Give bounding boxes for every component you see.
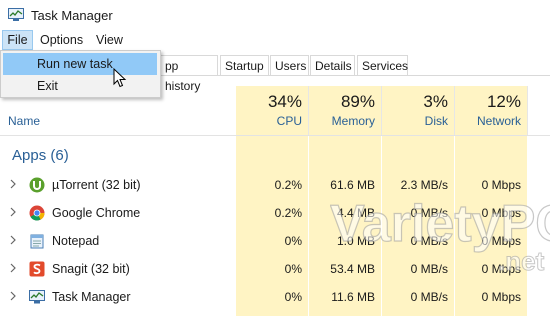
column-header-disk[interactable]: Disk [382,114,448,128]
network-value: 0 Mbps [481,290,521,304]
column-header-name[interactable]: Name [8,114,40,128]
process-name: Snagit (32 bit) [52,262,130,276]
disk-percent: 3% [423,92,448,111]
tab-users[interactable]: Users [270,55,309,75]
process-name: Task Manager [52,290,131,304]
table-row[interactable]: Task Manager 0% 11.6 MB 0 MB/s 0 Mbps [0,283,550,311]
network-value: 0 Mbps [481,206,521,220]
memory-value: 61.6 MB [330,178,375,192]
disk-value: 0 MB/s [410,290,448,304]
memory-value: 1.0 MB [336,234,375,248]
memory-value: 4.4 MB [336,206,375,220]
disk-value: 0 MB/s [410,206,448,220]
column-header-cpu[interactable]: CPU [236,114,302,128]
table-row[interactable]: Notepad 0% 1.0 MB 0 MB/s 0 Mbps [0,227,550,255]
header-divider [0,135,550,136]
mouse-cursor-icon [113,68,127,88]
task-manager-icon [8,8,24,21]
file-menu-dropdown: Run new task Exit [0,50,161,98]
cpu-value: 0% [284,262,302,276]
process-name: Google Chrome [52,206,141,220]
chrome-icon [29,205,45,221]
memory-value: 53.4 MB [330,262,375,276]
title-bar: Task Manager [0,0,550,30]
tab-app-history[interactable]: pp history [160,55,218,93]
network-value: 0 Mbps [481,234,521,248]
cpu-value: 0% [284,290,302,304]
chevron-right-icon[interactable] [8,233,18,247]
window-title: Task Manager [31,8,113,23]
column-header-memory[interactable]: Memory [309,114,375,128]
utorrent-icon [29,177,45,193]
task-manager-icon [29,290,45,304]
disk-value: 0 MB/s [410,234,448,248]
cpu-value: 0.2% [274,206,302,220]
snagit-icon [29,261,45,277]
menu-view[interactable]: View [96,30,123,50]
network-percent: 12% [486,92,521,111]
notepad-icon [30,234,44,249]
network-value: 0 Mbps [481,262,521,276]
column-header-network[interactable]: Network [455,114,521,128]
chevron-right-icon[interactable] [8,289,18,303]
menu-file[interactable]: File [2,30,33,50]
group-header-apps[interactable]: Apps (6) [12,147,69,164]
process-name: µTorrent (32 bit) [52,178,141,192]
disk-value: 2.3 MB/s [400,178,448,192]
memory-percent: 89% [340,92,375,111]
menu-options[interactable]: Options [40,30,83,50]
menu-item-run-new-task[interactable]: Run new task [3,53,157,75]
chevron-right-icon[interactable] [8,261,18,275]
network-value: 0 Mbps [481,178,521,192]
table-row[interactable]: µTorrent (32 bit) 0.2% 61.6 MB 2.3 MB/s … [0,171,550,199]
tab-startup[interactable]: Startup [220,55,269,75]
table-row[interactable]: Snagit (32 bit) 0% 53.4 MB 0 MB/s 0 Mbps [0,255,550,283]
memory-value: 11.6 MB [331,290,375,304]
disk-value: 0 MB/s [410,262,448,276]
tab-services[interactable]: Services [357,55,408,75]
menu-item-exit[interactable]: Exit [3,75,157,97]
tab-details[interactable]: Details [310,55,355,75]
process-name: Notepad [52,234,100,248]
cpu-percent: 34% [267,92,302,111]
chevron-right-icon[interactable] [8,177,18,191]
cpu-value: 0.2% [274,178,302,192]
chevron-right-icon[interactable] [8,205,18,219]
table-row[interactable]: Google Chrome 0.2% 4.4 MB 0 MB/s 0 Mbps [0,199,550,227]
menu-bar: File Options View [0,30,550,50]
column-separator [527,86,528,136]
cpu-value: 0% [284,234,302,248]
